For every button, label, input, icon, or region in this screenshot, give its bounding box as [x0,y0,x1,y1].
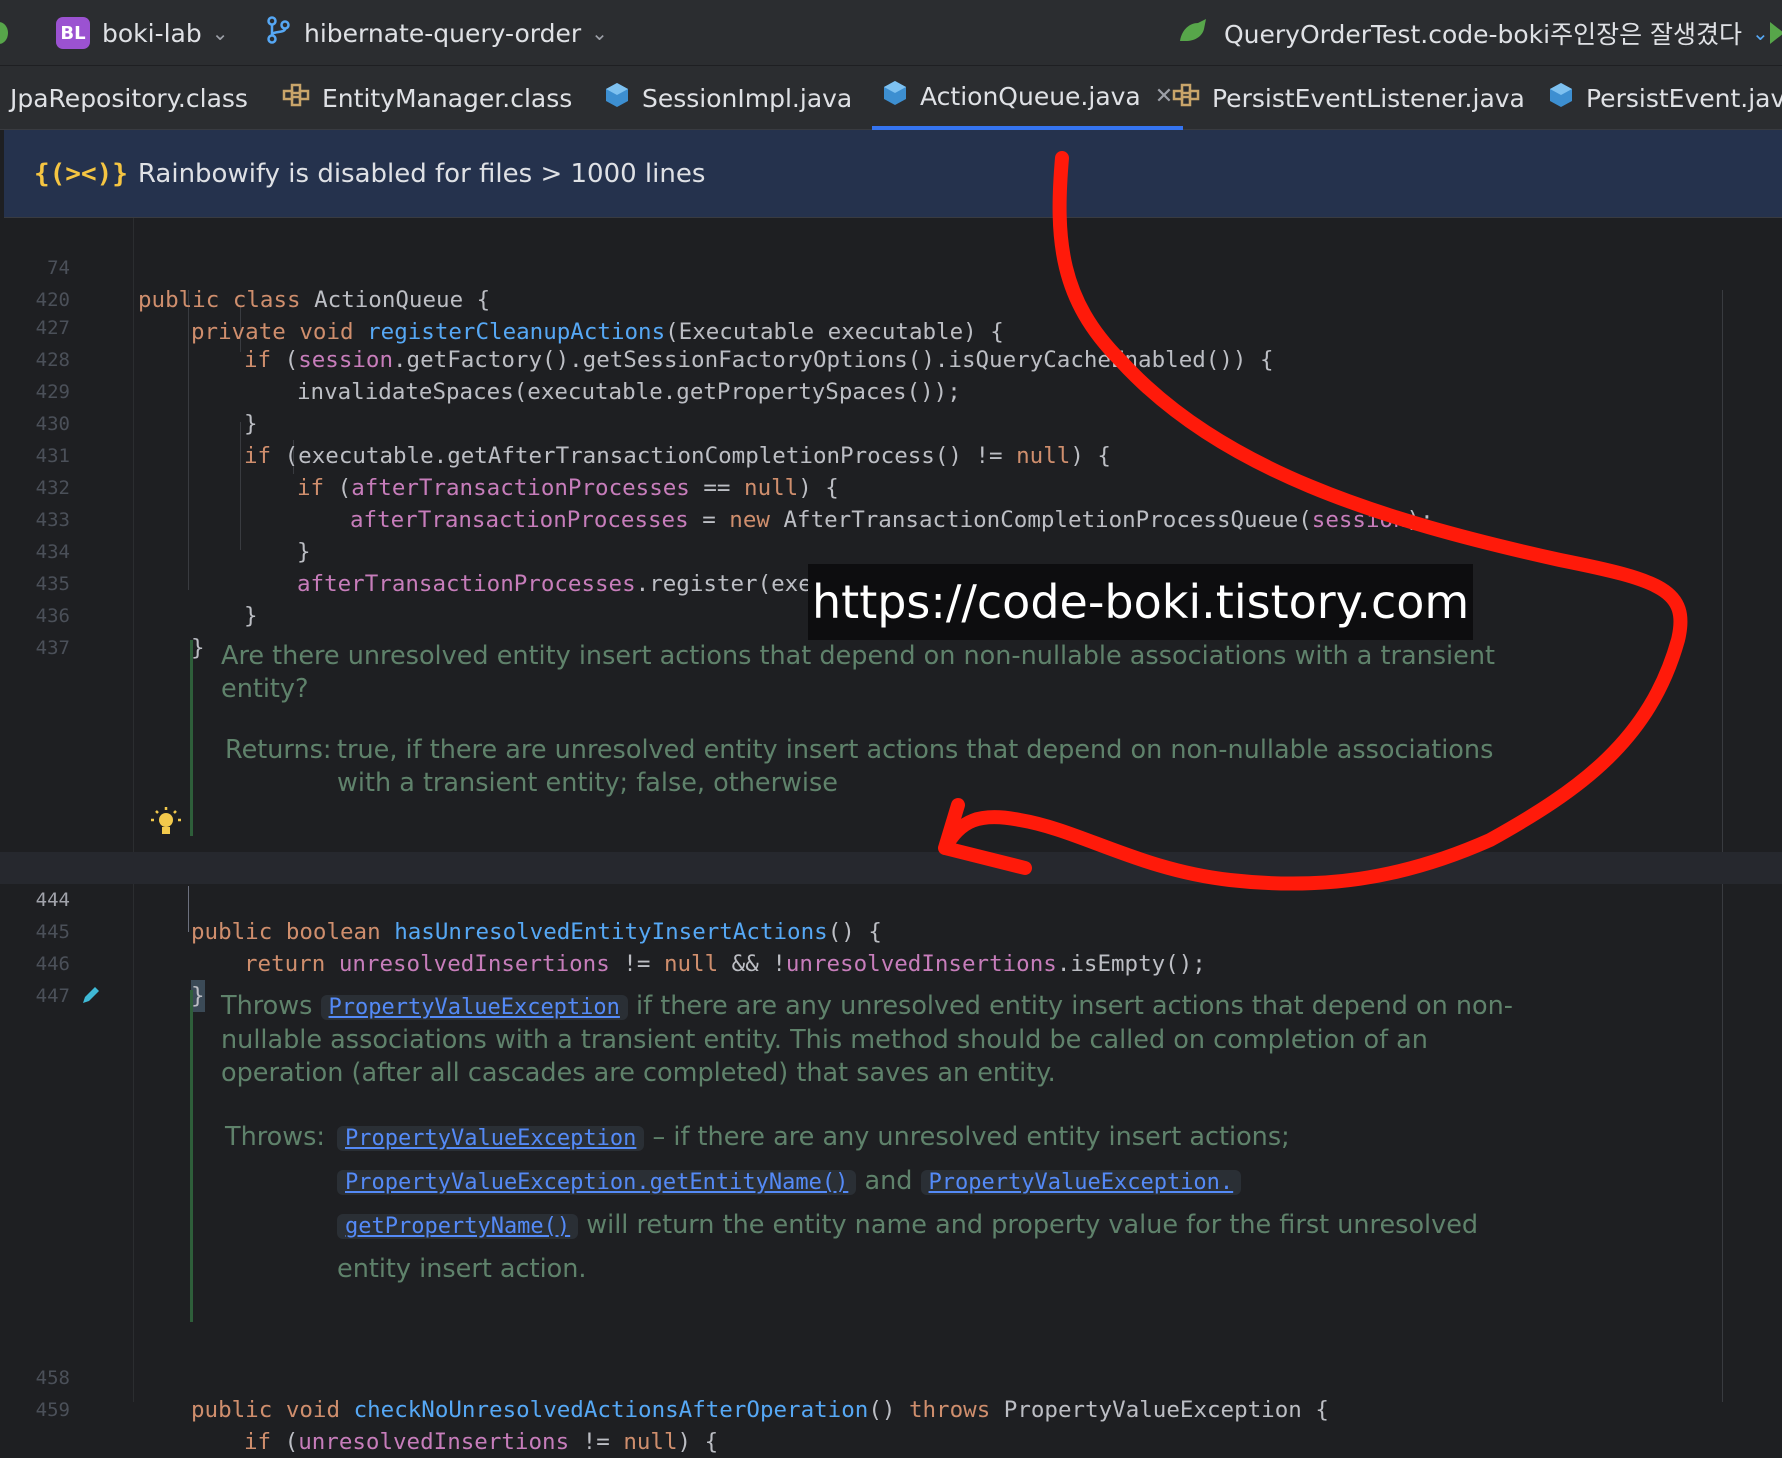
branch-name: hibernate-query-order [304,18,582,48]
chevron-down-icon: ⌄ [591,21,608,45]
code-line[interactable]: 431 if (afterTransactionProcesses == nul… [0,408,1782,501]
run-config-icon [1178,17,1208,49]
rainbowify-icon: {(><)} [34,158,128,189]
javadoc-returns: Returns: true, if there are unresolved e… [193,734,1533,800]
code-line[interactable]: 447 [0,948,1782,1007]
project-selector[interactable]: BL boki-lab ⌄ [56,14,229,52]
rendered-javadoc: Are there unresolved entity insert actio… [190,640,1533,836]
code-line-current[interactable]: 444 public boolean hasUnresolvedEntityIn… [0,852,1782,945]
close-icon[interactable]: ✕ [1155,84,1173,109]
returns-label: Returns: [225,735,332,765]
code-line[interactable]: 430 if (executable.getAfterTransactionCo… [0,376,1782,469]
editor-tabs: JpaRepository.class EntityManager.class … [0,66,1782,130]
run-config-selector[interactable]: QueryOrderTest.code-boki주인장은 잘생겼다 ⌄ [1178,14,1769,52]
code-line[interactable]: 432 afterTransactionProcesses = new Afte… [0,440,1782,533]
run-button-icon[interactable] [1770,22,1782,44]
run-indicator-icon [0,22,8,44]
interface-class-icon [282,83,310,113]
project-badge: BL [56,17,90,49]
tab-sessionimpl[interactable]: SessionImpl.java [604,66,852,130]
rainbowify-notification-banner: {(><)} Rainbowify is disabled for files … [4,130,1782,218]
javadoc-link[interactable]: getPropertyName() [337,1214,579,1239]
java-class-icon [604,81,630,115]
tab-entitymanager[interactable]: EntityManager.class [282,66,572,130]
code-line[interactable]: 459 if (unresolvedInsertions != null) { [0,1362,1782,1455]
javadoc-link[interactable]: PropertyValueException. [920,1170,1242,1195]
chevron-down-icon: ⌄ [211,21,229,45]
blog-watermark: https://code-boki.tistory.com [808,564,1474,640]
main-toolbar: BL boki-lab ⌄ hibernate-query-order ⌄ Qu… [0,0,1782,66]
javadoc-description: Are there unresolved entity insert actio… [221,641,1495,704]
code-line[interactable]: 458 public void checkNoUnresolvedActions… [0,1330,1782,1423]
javadoc-link[interactable]: PropertyValueException [320,995,628,1020]
tab-actionqueue[interactable]: ActionQueue.java ✕ [872,66,1184,130]
tab-label: JpaRepository.class [10,83,248,113]
banner-text: Rainbowify is disabled for files > 1000 … [137,158,706,189]
code-line[interactable]: 427 if (session.getFactory().getSessionF… [0,280,1782,373]
javadoc-throws: Throws: PropertyValueException – if ther… [193,1116,1533,1290]
code-line[interactable]: 446 } [0,916,1782,1012]
java-class-icon [882,79,908,113]
git-branch-icon [266,16,290,50]
code-line[interactable]: 434 afterTransactionProcesses.register(e… [0,504,1782,597]
code-line[interactable]: 74 public class ActionQueue { [0,220,1782,313]
code-line[interactable]: 433 } [0,472,1782,565]
lightbulb-icon[interactable] [150,806,182,844]
javadoc-description: Throws PropertyValueException if there a… [221,991,1513,1088]
pencil-icon[interactable] [80,984,102,1010]
code-line[interactable]: 429 } [0,344,1782,437]
tab-label: SessionImpl.java [642,83,853,113]
throws-label: Throws: [225,1122,325,1152]
chevron-down-icon: ⌄ [1752,21,1769,45]
branch-selector[interactable]: hibernate-query-order ⌄ [266,14,608,52]
and-text: and [864,1166,913,1196]
returns-text: true, if there are unresolved entity ins… [337,735,1494,798]
run-config-name: QueryOrderTest.code-boki주인장은 잘생겼다 [1224,20,1743,49]
java-class-icon [1548,81,1574,115]
javadoc-link[interactable]: PropertyValueException [337,1126,645,1151]
interface-class-icon [1172,83,1200,113]
tab-persistevent[interactable]: PersistEvent.java [1548,66,1782,130]
tab-label: PersistEventListener.java [1212,83,1525,113]
tab-label: EntityManager.class [322,83,573,113]
rendered-javadoc: Throws PropertyValueException if there a… [190,990,1533,1322]
throws-text: – if there are any unresolved entity ins… [652,1122,1290,1152]
line-number: 437 [35,637,70,659]
tab-jparepository[interactable]: JpaRepository.class [10,66,248,130]
code-line[interactable]: 445 return unresolvedInsertions != null … [0,884,1782,977]
tab-label: PersistEvent.java [1586,83,1782,113]
line-number: 459 [35,1399,70,1421]
tab-label: ActionQueue.java [920,81,1141,111]
project-name: boki-lab [102,18,202,48]
javadoc-link[interactable]: PropertyValueException.getEntityName() [337,1170,857,1195]
tab-persisteventlistener[interactable]: PersistEventListener.java [1172,66,1525,130]
line-number: 447 [35,985,70,1007]
code-line[interactable]: 428 invalidateSpaces(executable.getPrope… [0,312,1782,405]
